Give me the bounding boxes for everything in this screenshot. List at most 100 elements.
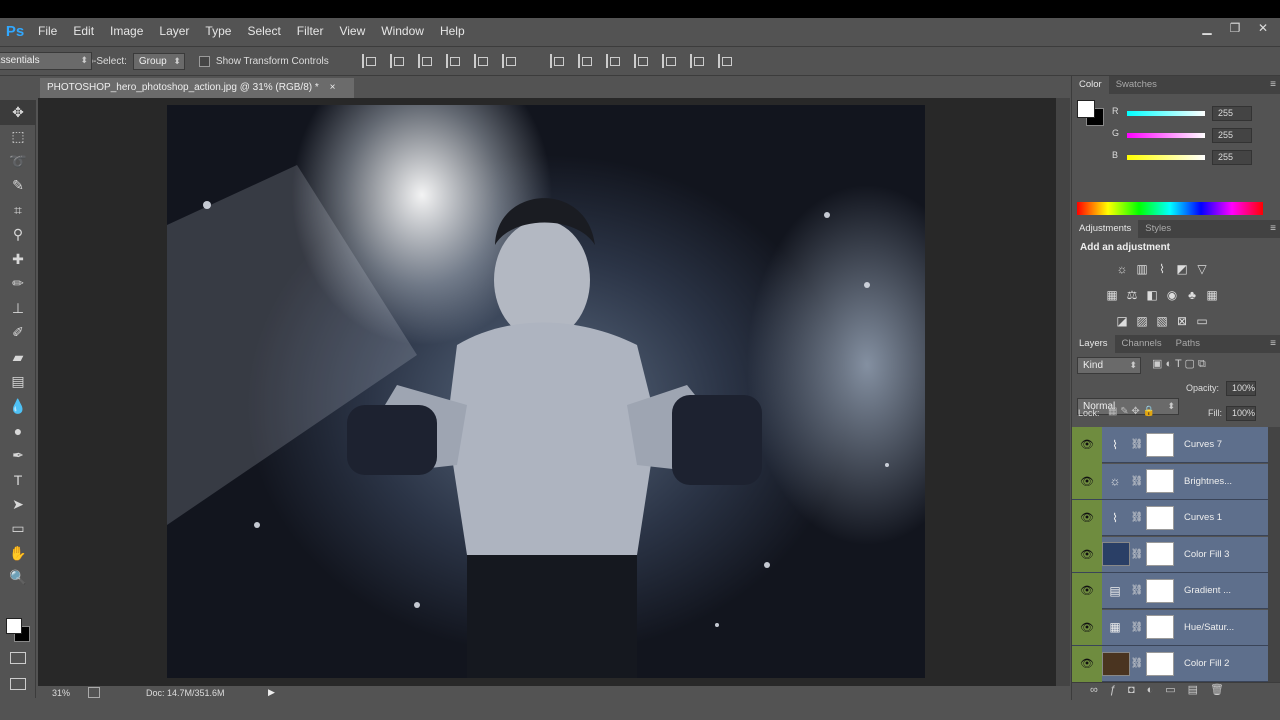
document-vertical-scrollbar[interactable]	[1056, 98, 1070, 686]
layer-mask-thumbnail[interactable]	[1146, 432, 1174, 457]
screen-mode-icon[interactable]	[10, 678, 26, 690]
visibility-eye-icon[interactable]: 👁	[1072, 463, 1102, 499]
layer-mask-thumbnail[interactable]	[1146, 542, 1174, 566]
distribute-top-icon[interactable]	[549, 54, 566, 68]
zoom-tool-icon[interactable]: 🔍	[0, 566, 36, 591]
layer-row[interactable]: 👁 ⌇ ⛓ Curves 1	[1072, 499, 1268, 536]
align-bottom-icon[interactable]	[417, 54, 434, 68]
minimize-button[interactable]: ▁	[1196, 18, 1218, 38]
status-info-icon[interactable]	[88, 687, 100, 698]
layer-kind-filter[interactable]: Kind	[1077, 357, 1141, 374]
foreground-color-swatch[interactable]	[6, 618, 22, 634]
document-tab[interactable]: PHOTOSHOP_hero_photoshop_action.jpg @ 31…	[40, 78, 354, 98]
brush-tool-icon[interactable]: ✏	[0, 272, 36, 297]
opacity-field[interactable]: 100%	[1226, 381, 1256, 396]
gradient-map-icon[interactable]: ▭	[1195, 314, 1209, 328]
link-icon[interactable]: ⛓	[1128, 585, 1146, 596]
path-select-tool-icon[interactable]: ➤	[0, 492, 36, 517]
levels-icon[interactable]: ▥	[1135, 262, 1149, 276]
lock-icons[interactable]: ▦ ✎ ✥ 🔒	[1108, 406, 1155, 417]
type-tool-icon[interactable]: T	[0, 468, 36, 493]
crop-tool-icon[interactable]: ⌗	[0, 198, 36, 223]
color-spectrum-bar[interactable]	[1077, 202, 1263, 215]
menu-view[interactable]: View	[331, 18, 373, 44]
quick-select-tool-icon[interactable]: ✎	[0, 174, 36, 199]
exposure-icon[interactable]: ◩	[1175, 262, 1189, 276]
tab-swatches[interactable]: Swatches	[1109, 76, 1164, 94]
dodge-tool-icon[interactable]: ●	[0, 419, 36, 444]
blur-tool-icon[interactable]: 💧	[0, 394, 36, 419]
lasso-tool-icon[interactable]: ➰	[0, 149, 36, 174]
color-lookup-icon[interactable]: ▦	[1205, 288, 1219, 302]
document-close-icon[interactable]: ×	[330, 82, 336, 93]
menu-window[interactable]: Window	[373, 18, 432, 44]
auto-select-dropdown[interactable]: Group	[132, 52, 185, 70]
posterize-icon[interactable]: ▨	[1135, 314, 1149, 328]
hue-sat-adjust-icon[interactable]: ▦	[1105, 288, 1119, 302]
visibility-eye-icon[interactable]: 👁	[1072, 427, 1102, 463]
tab-layers[interactable]: Layers	[1072, 335, 1115, 353]
invert-icon[interactable]: ◪	[1115, 314, 1129, 328]
layer-mask-thumbnail[interactable]	[1146, 469, 1174, 493]
channel-mixer-icon[interactable]: ♣	[1185, 288, 1199, 302]
align-right-icon[interactable]	[501, 54, 518, 68]
close-button[interactable]: ✕	[1252, 18, 1274, 38]
fill-field[interactable]: 100%	[1226, 406, 1256, 421]
tab-paths[interactable]: Paths	[1169, 335, 1207, 353]
link-icon[interactable]: ⛓	[1128, 512, 1146, 523]
move-tool-icon[interactable]: ✥	[0, 100, 36, 125]
link-icon[interactable]: ⛓	[1128, 658, 1146, 669]
workspace-dropdown[interactable]: Essentials	[0, 52, 92, 70]
clone-stamp-tool-icon[interactable]: ⊥	[0, 296, 36, 321]
eyedropper-tool-icon[interactable]: ⚲	[0, 223, 36, 248]
marquee-tool-icon[interactable]: ⬚	[0, 125, 36, 150]
menu-image[interactable]: Image	[102, 18, 151, 44]
tab-channels[interactable]: Channels	[1115, 335, 1169, 353]
menu-file[interactable]: File	[30, 18, 65, 44]
pen-tool-icon[interactable]: ✒	[0, 443, 36, 468]
layer-row[interactable]: 👁 ☼ ⛓ Brightnes...	[1072, 463, 1268, 500]
black-white-icon[interactable]: ◧	[1145, 288, 1159, 302]
layer-row[interactable]: 👁 ⛓ Color Fill 3	[1072, 536, 1268, 573]
eraser-tool-icon[interactable]: ▰	[0, 345, 36, 370]
adjustments-panel-menu-icon[interactable]: ≡	[1270, 220, 1276, 238]
distribute-vcenter-icon[interactable]	[577, 54, 594, 68]
link-icon[interactable]: ⛓	[1128, 476, 1146, 487]
tab-adjustments[interactable]: Adjustments	[1072, 220, 1139, 238]
menu-type[interactable]: Type	[197, 18, 239, 44]
menu-layer[interactable]: Layer	[151, 18, 197, 44]
image-canvas[interactable]	[167, 105, 925, 678]
g-channel-slider[interactable]	[1127, 133, 1205, 138]
distribute-right-icon[interactable]	[689, 54, 706, 68]
brightness-contrast-icon[interactable]: ☼	[1115, 262, 1129, 276]
layer-row[interactable]: 👁 ⛓ Color Fill 2	[1072, 645, 1268, 682]
b-channel-slider[interactable]	[1127, 155, 1205, 160]
menu-edit[interactable]: Edit	[65, 18, 102, 44]
r-channel-slider[interactable]	[1127, 111, 1205, 116]
visibility-eye-icon[interactable]: 👁	[1072, 499, 1102, 536]
curves-adjust-icon[interactable]: ⌇	[1155, 262, 1169, 276]
menu-filter[interactable]: Filter	[289, 18, 332, 44]
color-panel-menu-icon[interactable]: ≡	[1270, 76, 1276, 94]
visibility-eye-icon[interactable]: 👁	[1072, 572, 1102, 609]
selective-color-icon[interactable]: ⊠	[1175, 314, 1189, 328]
r-channel-value[interactable]: 255	[1212, 106, 1252, 121]
align-left-icon[interactable]	[445, 54, 462, 68]
align-vcenter-icon[interactable]	[389, 54, 406, 68]
show-transform-checkbox[interactable]	[198, 55, 210, 67]
threshold-icon[interactable]: ▧	[1155, 314, 1169, 328]
g-channel-value[interactable]: 255	[1212, 128, 1252, 143]
quick-mask-icon[interactable]	[10, 652, 26, 664]
menu-help[interactable]: Help	[432, 18, 473, 44]
shape-tool-icon[interactable]: ▭	[0, 517, 36, 542]
gradient-tool-icon[interactable]: ▤	[0, 370, 36, 395]
visibility-eye-icon[interactable]: 👁	[1072, 536, 1102, 572]
layer-row[interactable]: 👁 ⌇ ⛓ Curves 7	[1072, 427, 1268, 463]
layers-panel-menu-icon[interactable]: ≡	[1270, 335, 1276, 353]
link-icon[interactable]: ⛓	[1128, 439, 1146, 450]
layer-row[interactable]: 👁 ▦ ⛓ Hue/Satur...	[1072, 609, 1268, 646]
align-hcenter-icon[interactable]	[473, 54, 490, 68]
tab-color[interactable]: Color	[1072, 76, 1109, 94]
tab-styles[interactable]: Styles	[1138, 220, 1178, 238]
align-top-icon[interactable]	[361, 54, 378, 68]
